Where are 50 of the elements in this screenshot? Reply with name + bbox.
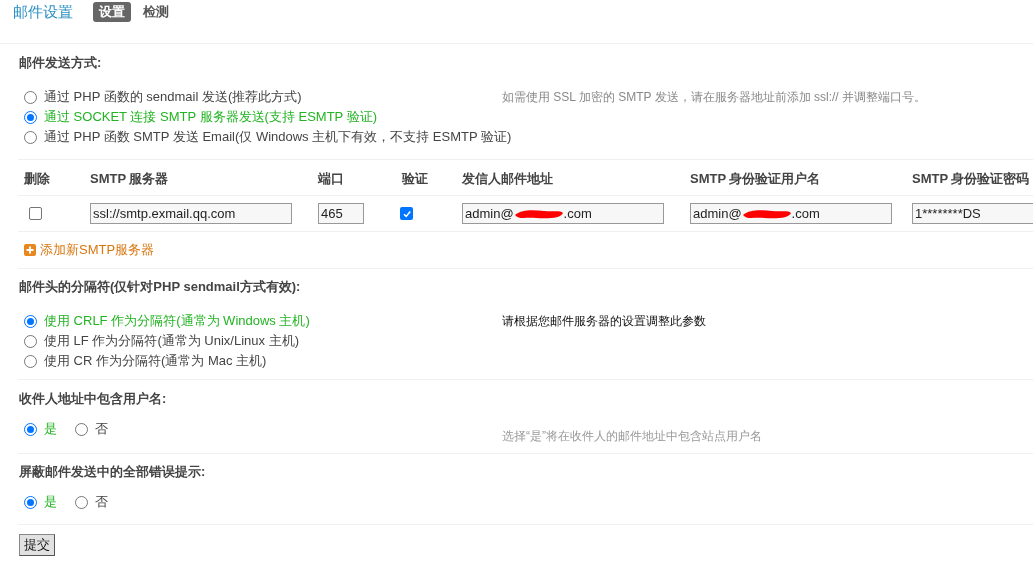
text-field[interactable]: ssl://smtp.exmail.qq.com (90, 203, 292, 224)
radio-button[interactable] (24, 130, 37, 144)
text-field[interactable]: admin@ .com (462, 203, 664, 224)
page-title: 邮件设置 (13, 1, 73, 22)
radio-button[interactable] (24, 110, 37, 124)
column-header: SMTP 身份验证密码 (912, 170, 1030, 186)
option-label: 通过 PHP 函数 SMTP 发送 Email(仅 Windows 主机下有效，不支持 ESMTP 验证) (44, 128, 512, 147)
section-heading: 收件人地址中包含用户名: (19, 390, 168, 409)
radio-button[interactable] (24, 314, 37, 328)
section-heading: 邮件头的分隔符(仅针对PHP sendmail方式有效): (19, 278, 302, 297)
option-label: 通过 PHP 函数的 sendmail 发送(推荐此方式) (44, 88, 302, 107)
hint-text: 选择“是”将在收件人的邮件地址中包含站点用户名 (502, 428, 762, 445)
checkbox[interactable] (400, 207, 413, 220)
section-heading: 邮件发送方式: (19, 54, 103, 73)
option-label: 使用 CRLF 作为分隔符(通常为 Windows 主机) (44, 312, 310, 331)
radio-button[interactable] (24, 354, 37, 368)
checkbox[interactable] (29, 207, 42, 220)
submit-button[interactable]: 提交 (19, 533, 55, 556)
plus-icon (24, 244, 36, 256)
column-header: 删除 (24, 170, 50, 186)
option-label: 是 (44, 493, 57, 512)
tab[interactable]: 设置 (93, 2, 131, 22)
radio-button[interactable] (24, 422, 37, 436)
radio-button[interactable] (24, 334, 37, 348)
hint-text: 如需使用 SSL 加密的 SMTP 发送，请在服务器地址前添加 ssl:// 并调整端口号。 (502, 89, 927, 106)
column-header: 发信人邮件地址 (462, 170, 553, 186)
column-header: 端口 (318, 170, 344, 186)
hint-text: 请根据您邮件服务器的设置调整此参数 (502, 313, 706, 330)
text-field[interactable]: 1********DS (912, 203, 1033, 224)
field-value: admin@ (465, 204, 514, 223)
text-field[interactable]: 465 (318, 203, 364, 224)
option-label: 使用 LF 作为分隔符(通常为 Unix/Linux 主机) (44, 332, 299, 351)
text-field[interactable]: admin@ .com (690, 203, 892, 224)
option-label: 否 (95, 493, 108, 512)
column-header: 验证 (402, 170, 428, 186)
radio-button[interactable] (75, 495, 88, 509)
option-label: 是 (44, 420, 57, 439)
radio-button[interactable] (75, 422, 88, 436)
field-value: .com (791, 204, 820, 223)
option-label: 通过 SOCKET 连接 SMTP 服务器发送(支持 ESMTP 验证) (44, 108, 377, 127)
field-value: admin@ (693, 204, 742, 223)
option-label: 否 (95, 420, 108, 439)
radio-button[interactable] (24, 90, 37, 104)
tab[interactable]: 检测 (137, 2, 175, 22)
option-label: 使用 CR 作为分隔符(通常为 Mac 主机) (44, 352, 267, 371)
radio-button[interactable] (24, 495, 37, 509)
column-header: SMTP 服务器 (90, 170, 169, 186)
field-value: .com (563, 204, 592, 223)
section-heading: 屏蔽邮件发送中的全部错误提示: (19, 463, 207, 482)
column-header: SMTP 身份验证用户名 (690, 170, 821, 186)
